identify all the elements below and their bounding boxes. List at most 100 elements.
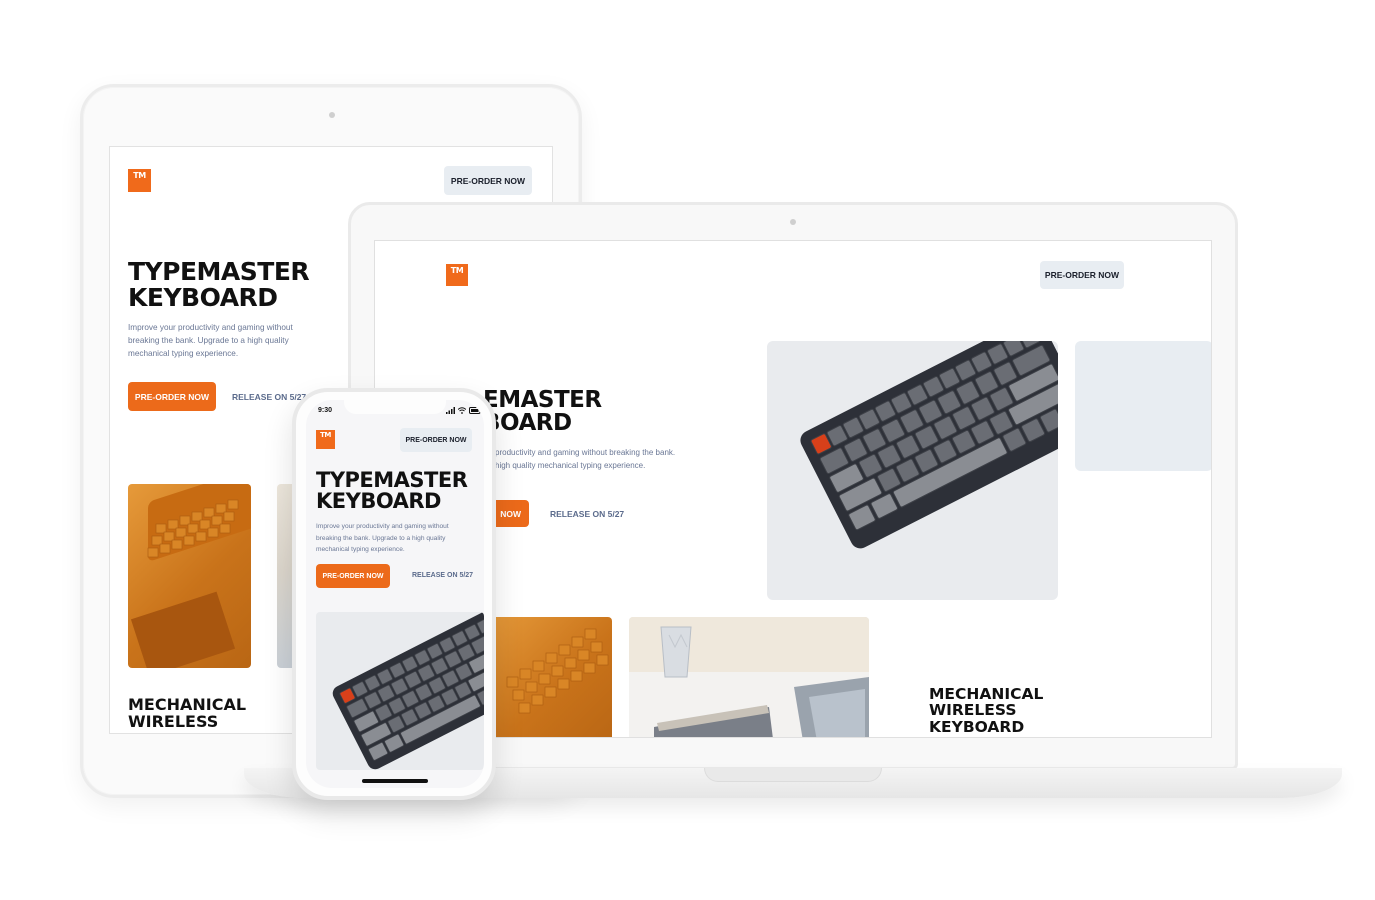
hero-keyboard-image (767, 341, 1058, 600)
orange-keyboard-art (506, 628, 609, 714)
key (532, 660, 545, 672)
features-heading: MECHANICAL WIRELESS (128, 696, 246, 731)
title-line-2: BOARD (483, 410, 572, 437)
key (538, 673, 551, 685)
page-title: EMASTER BOARD (483, 387, 602, 437)
key (577, 649, 590, 661)
tablet-camera (329, 112, 335, 118)
orange-keyboard-art (130, 484, 251, 668)
key (223, 511, 235, 522)
title-line-1: TYPEMASTER (316, 468, 468, 492)
page-title: TYPEMASTER KEYBOARD (316, 468, 468, 514)
features-line-2: WIRELESS (128, 711, 219, 731)
key (175, 527, 187, 538)
phone-screen: 9:30 TM PRE-ORDER NOW TYPEMASTER KEYBOAR… (306, 400, 484, 788)
orange-keyboard-image (487, 617, 612, 737)
key (191, 511, 203, 522)
key (584, 628, 597, 640)
mouse-pad (130, 591, 236, 668)
phone-notch (344, 400, 446, 414)
logo-text: TM (320, 431, 331, 439)
description-line-1: productivity and gaming without breaking… (495, 448, 676, 457)
key (564, 657, 577, 669)
key (203, 507, 215, 518)
key (551, 665, 564, 677)
laptop-screen: TM PRE-ORDER NOW EMASTER BOARD productiv… (374, 240, 1212, 738)
key (506, 676, 519, 688)
hero-description: productivity and gaming without breaking… (495, 447, 675, 473)
status-icons (446, 407, 482, 414)
preorder-button[interactable]: PRE-ORDER NOW (400, 428, 472, 452)
key (227, 499, 239, 510)
key (215, 503, 227, 514)
preorder-primary-label: PRE-ORDER NOW (322, 572, 384, 580)
features-heading: MECHANICAL WIRELESS KEYBOARD (929, 686, 1043, 735)
key (583, 662, 596, 674)
status-time: 9:30 (318, 407, 333, 414)
key (544, 686, 557, 698)
key (155, 523, 167, 534)
key (163, 531, 175, 542)
key (512, 689, 525, 701)
description-line-2: high quality mechanical typing experienc… (495, 460, 646, 470)
preorder-primary-button[interactable]: PRE-ORDER NOW (316, 564, 390, 588)
features-line-3: KEYBOARD (929, 717, 1025, 736)
preorder-label: PRE-ORDER NOW (405, 436, 467, 444)
key (211, 515, 223, 526)
logo[interactable]: TM (446, 264, 468, 286)
preorder-button[interactable]: PRE-ORDER NOW (444, 166, 532, 195)
key (596, 654, 609, 666)
hero-keyboard-image (316, 612, 484, 770)
features-line-2: WIRELESS (929, 701, 1017, 720)
preorder-label: PRE-ORDER NOW (1044, 270, 1120, 280)
key (531, 694, 544, 706)
key (183, 535, 195, 546)
release-link[interactable]: RELEASE ON 5/27 (550, 509, 624, 519)
key (518, 702, 531, 714)
key (159, 543, 171, 554)
key (519, 668, 532, 680)
logo[interactable]: TM (128, 169, 151, 192)
key (167, 519, 179, 530)
key (570, 670, 583, 682)
laptop-notch (704, 768, 882, 782)
logo-text: TM (450, 266, 464, 275)
logo[interactable]: TM (316, 430, 335, 449)
key (187, 523, 199, 534)
key (525, 681, 538, 693)
key (151, 535, 163, 546)
title-line-2: KEYBOARD (128, 282, 278, 312)
key (558, 644, 571, 656)
key (207, 527, 219, 538)
title-line-2: KEYBOARD (316, 489, 441, 514)
preorder-primary-label: NOW (500, 508, 521, 519)
preorder-primary-button[interactable]: PRE-ORDER NOW (128, 382, 216, 411)
release-link[interactable]: RELEASE ON 5/27 (232, 392, 306, 402)
key (195, 531, 207, 542)
orange-keyboard-image (128, 484, 251, 668)
hero-description: Improve your productivity and gaming wit… (128, 323, 293, 359)
desk-scene-art (629, 617, 869, 737)
preorder-label: PRE-ORDER NOW (450, 175, 526, 186)
hero-keyboard-art (332, 612, 484, 770)
secondary-image-placeholder (1075, 341, 1211, 471)
hero-keyboard-art (800, 341, 1058, 549)
features-line-1: MECHANICAL (929, 685, 1044, 703)
battery-icon (469, 407, 482, 414)
key (147, 547, 159, 558)
release-link[interactable]: RELEASE ON 5/27 (412, 572, 473, 579)
preorder-primary-label: PRE-ORDER NOW (134, 391, 210, 402)
key (545, 652, 558, 664)
key (571, 636, 584, 648)
key (590, 641, 603, 653)
preorder-button[interactable]: PRE-ORDER NOW (1040, 261, 1124, 289)
home-indicator (362, 779, 428, 783)
key (171, 539, 183, 550)
title-line-1: TYPEMASTER (128, 257, 310, 286)
glass (660, 626, 692, 678)
laptop-keys (809, 689, 865, 737)
desk-keyboard-image (629, 617, 869, 737)
title-line-1: EMASTER (483, 387, 602, 413)
laptop-camera (790, 219, 796, 225)
hero-description: Improve your productivity and gaming wit… (316, 523, 449, 554)
